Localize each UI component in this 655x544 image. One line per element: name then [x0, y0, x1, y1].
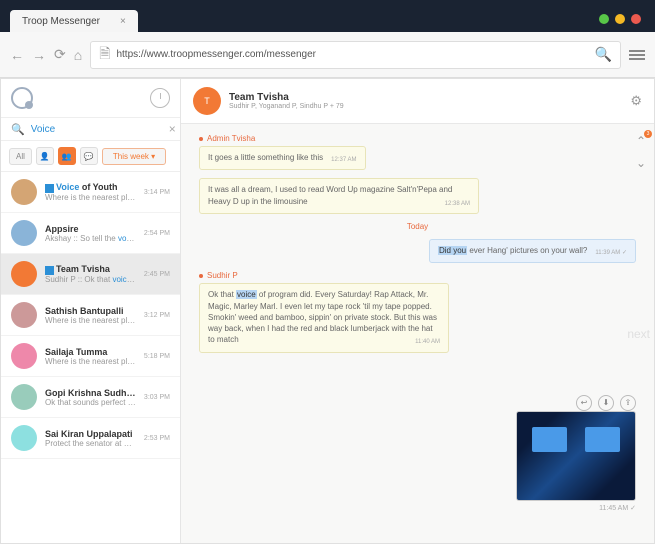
chat-name: Voice of Youth	[45, 182, 136, 192]
url-text: https://www.troopmessenger.com/messenger	[116, 49, 588, 60]
chat-name: Appsire	[45, 224, 136, 234]
filter-chat-icon[interactable]: 💬	[80, 147, 98, 165]
chat-preview: Where is the nearest place to ...	[45, 357, 136, 366]
tab-title: Troop Messenger	[22, 16, 100, 27]
minimize-dot[interactable]	[599, 14, 609, 24]
share-icon[interactable]: ⇪	[620, 395, 636, 411]
home-icon[interactable]: ⌂	[74, 47, 82, 63]
chat-preview: Protect the senator at all costs...	[45, 439, 136, 448]
menu-icon[interactable]	[629, 50, 645, 60]
chat-name: Team Tvisha	[45, 264, 136, 274]
filter-user-icon[interactable]: 👤	[36, 147, 54, 165]
avatar	[11, 425, 37, 451]
page-icon: 🗎	[99, 43, 110, 67]
clock-icon[interactable]	[150, 88, 170, 108]
url-bar[interactable]: 🗎 https://www.troopmessenger.com/messeng…	[90, 41, 621, 69]
message-bubble[interactable]: It was all a dream, I used to read Word …	[199, 178, 479, 214]
chat-time: 3:03 PM	[144, 394, 170, 401]
scroll-nav: ⌃3 ⌄	[634, 134, 648, 170]
date-divider: Today	[199, 222, 636, 231]
chat-preview: Akshay :: So tell the voice of...	[45, 234, 136, 243]
search-row: 🔍 ×	[1, 118, 180, 141]
sidebar-top	[1, 79, 180, 118]
scroll-down-icon[interactable]: ⌄	[634, 156, 648, 170]
avatar	[11, 179, 37, 205]
chat-preview: Where is the nearest place to ...	[45, 316, 136, 325]
forward-icon[interactable]: →	[32, 47, 46, 63]
browser-toolbar: ← → ⟳ ⌂ 🗎 https://www.troopmessenger.com…	[0, 32, 655, 78]
header-avatar[interactable]: T	[193, 87, 221, 115]
sidebar: 🔍 × All 👤 👥 💬 This week ▾ Voice of Youth…	[1, 79, 181, 543]
chat-item[interactable]: Sathish BantupalliWhere is the nearest p…	[1, 295, 180, 336]
avatar	[11, 343, 37, 369]
browser-tab[interactable]: Troop Messenger ×	[10, 10, 138, 33]
header-title: Team Tvisha	[229, 92, 622, 103]
search-icon[interactable]: 🔍	[595, 46, 612, 63]
chat-preview: Ok that sounds perfect 👍	[45, 398, 136, 407]
avatar	[11, 220, 37, 246]
chat-time: 2:54 PM	[144, 230, 170, 237]
message-bubble-own[interactable]: Did you ever Hang' pictures on your wall…	[429, 239, 636, 263]
profile-icon[interactable]	[11, 87, 33, 109]
reload-icon[interactable]: ⟳	[54, 46, 66, 63]
chat-item[interactable]: Gopi Krishna SudhanaOk that sounds perfe…	[1, 377, 180, 418]
chat-item[interactable]: Team TvishaSudhir P :: Ok that voice of …	[1, 254, 180, 295]
chat-name: Sathish Bantupalli	[45, 306, 136, 316]
next-hint[interactable]: next	[627, 327, 650, 341]
unread-badge: 3	[644, 130, 652, 138]
chat-time: 2:45 PM	[144, 271, 170, 278]
chat-time: 3:14 PM	[144, 189, 170, 196]
search-mag-icon: 🔍	[11, 123, 25, 136]
sender-label: Admin Tvisha	[199, 134, 636, 143]
window-controls	[599, 14, 641, 24]
maximize-dot[interactable]	[615, 14, 625, 24]
chat-list: Voice of YouthWhere is the nearest place…	[1, 172, 180, 543]
filter-group-icon[interactable]: 👥	[58, 147, 76, 165]
chat-item[interactable]: Sai Kiran UppalapatiProtect the senator …	[1, 418, 180, 459]
chat-item[interactable]: Sailaja TummaWhere is the nearest place …	[1, 336, 180, 377]
avatar	[11, 261, 37, 287]
clear-search-icon[interactable]: ×	[169, 122, 176, 136]
chat-name: Sailaja Tumma	[45, 347, 136, 357]
message-bubble[interactable]: It goes a little something like this12:3…	[199, 146, 366, 170]
close-dot[interactable]	[631, 14, 641, 24]
settings-icon[interactable]: ⚙	[630, 93, 642, 109]
main-panel: T Team Tvisha Sudhir P, Yoganand P, Sind…	[181, 79, 654, 543]
chat-header: T Team Tvisha Sudhir P, Yoganand P, Sind…	[181, 79, 654, 124]
chat-item[interactable]: AppsireAkshay :: So tell the voice of...…	[1, 213, 180, 254]
back-icon[interactable]: ←	[10, 47, 24, 63]
chat-time: 5:18 PM	[144, 353, 170, 360]
chat-preview: Where is the nearest place to ...	[45, 193, 136, 202]
browser-tab-bar: Troop Messenger ×	[10, 10, 138, 33]
avatar	[11, 384, 37, 410]
chat-name: Sai Kiran Uppalapati	[45, 429, 136, 439]
download-icon[interactable]: ⬇	[598, 395, 614, 411]
chat-time: 3:12 PM	[144, 312, 170, 319]
chat-name: Gopi Krishna Sudhana	[45, 388, 136, 398]
header-subtitle: Sudhir P, Yoganand P, Sindhu P + 79	[229, 103, 622, 110]
search-input[interactable]	[31, 124, 163, 135]
scroll-up-icon[interactable]: ⌃3	[634, 134, 648, 148]
avatar	[11, 302, 37, 328]
filter-row: All 👤 👥 💬 This week ▾	[1, 141, 180, 172]
reply-icon[interactable]: ↩	[576, 395, 592, 411]
chat-item[interactable]: Voice of YouthWhere is the nearest place…	[1, 172, 180, 213]
image-message: ↩ ⬇ ⇪ 11:45 AM ✓	[516, 391, 636, 512]
close-tab-icon[interactable]: ×	[120, 16, 126, 27]
image-attachment[interactable]	[516, 411, 636, 501]
filter-week[interactable]: This week ▾	[102, 148, 166, 165]
sender-label: Sudhir P	[199, 271, 636, 280]
app-container: 🔍 × All 👤 👥 💬 This week ▾ Voice of Youth…	[0, 78, 655, 544]
messages-area: ⌃3 ⌄ Admin Tvisha It goes a little somet…	[181, 124, 654, 543]
filter-all[interactable]: All	[9, 148, 32, 165]
image-timestamp: 11:45 AM ✓	[516, 504, 636, 512]
message-bubble[interactable]: Ok that voice of program did. Every Satu…	[199, 283, 449, 352]
chat-preview: Sudhir P :: Ok that voice of p...	[45, 275, 136, 284]
chat-time: 2:53 PM	[144, 435, 170, 442]
